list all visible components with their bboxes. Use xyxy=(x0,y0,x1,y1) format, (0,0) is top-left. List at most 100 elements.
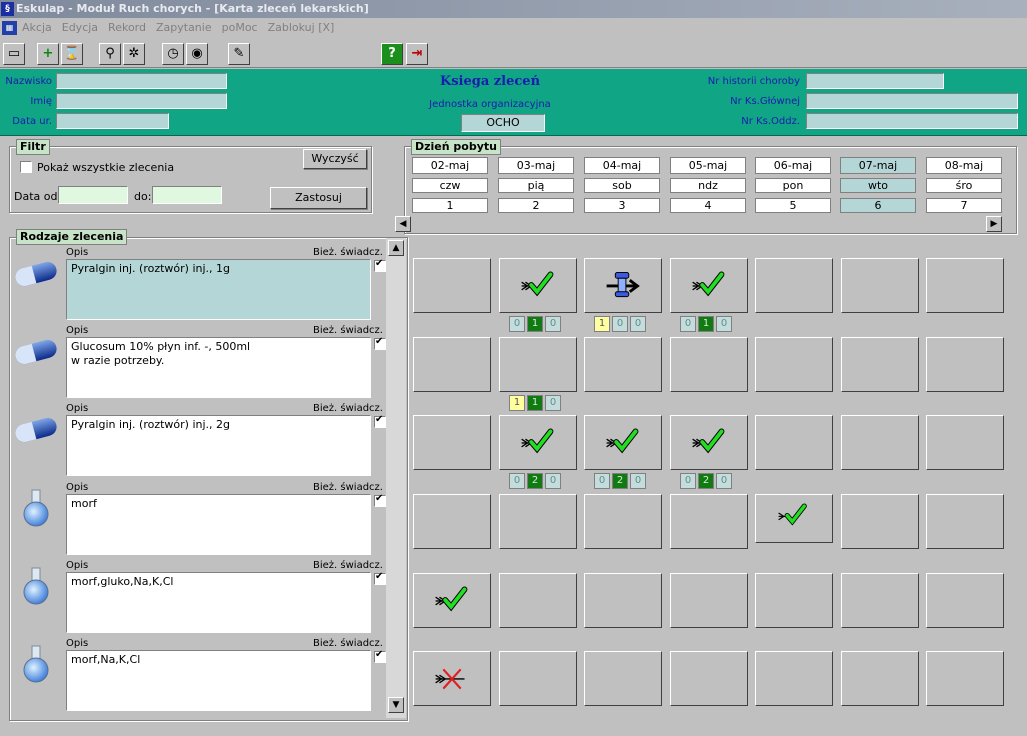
day-dates-cell[interactable]: 08-maj xyxy=(926,157,1002,174)
schedule-cell[interactable] xyxy=(755,337,833,392)
nr-historii-field[interactable] xyxy=(806,73,944,89)
order-active-checkbox[interactable] xyxy=(374,414,386,428)
schedule-cell[interactable] xyxy=(755,573,833,628)
data-ur-field[interactable] xyxy=(56,113,169,129)
mdi-window-icon[interactable]: ▦ xyxy=(2,21,17,35)
schedule-cell[interactable] xyxy=(841,573,919,628)
schedule-cell[interactable] xyxy=(413,415,491,470)
day-numbers-cell[interactable]: 7 xyxy=(926,198,1002,213)
date-to-input[interactable] xyxy=(152,186,222,204)
day-weekdays-cell[interactable]: czw xyxy=(412,178,488,193)
schedule-cell[interactable] xyxy=(755,258,833,313)
exit-icon[interactable]: ⇥ xyxy=(406,43,428,65)
execute-query-icon[interactable]: ✲ xyxy=(123,43,145,65)
schedule-cell[interactable] xyxy=(670,258,748,313)
schedule-cell[interactable] xyxy=(499,494,577,549)
add-record-icon[interactable]: + xyxy=(37,43,59,65)
schedule-cell[interactable] xyxy=(670,573,748,628)
day-numbers-cell[interactable]: 1 xyxy=(412,198,488,213)
schedule-cell[interactable] xyxy=(499,415,577,470)
show-all-checkbox[interactable] xyxy=(20,161,32,173)
schedule-cell[interactable] xyxy=(413,573,491,628)
day-weekdays-cell[interactable]: sob xyxy=(584,178,660,193)
schedule-cell[interactable] xyxy=(584,651,662,706)
schedule-cell[interactable] xyxy=(755,415,833,470)
orders-scrollbar[interactable] xyxy=(386,238,406,718)
schedule-cell[interactable] xyxy=(413,494,491,549)
day-dates-cell[interactable]: 06-maj xyxy=(755,157,831,174)
day-weekdays-cell[interactable]: pon xyxy=(755,178,831,193)
schedule-cell[interactable] xyxy=(584,337,662,392)
day-dates-cell[interactable]: 05-maj xyxy=(670,157,746,174)
order-active-checkbox[interactable] xyxy=(374,258,386,272)
scroll-down-icon[interactable]: ▼ xyxy=(388,697,404,713)
day-numbers-cell[interactable]: 2 xyxy=(498,198,574,213)
menu-pomoc[interactable]: poMoc xyxy=(222,18,258,38)
schedule-cell[interactable] xyxy=(499,258,577,313)
clear-button[interactable]: Wyczyść xyxy=(303,149,367,169)
day-weekdays-cell[interactable]: ndz xyxy=(670,178,746,193)
schedule-cell[interactable] xyxy=(413,337,491,392)
menu-edycja[interactable]: Edycja xyxy=(62,18,98,38)
schedule-cell[interactable] xyxy=(755,651,833,706)
schedule-cell[interactable] xyxy=(926,337,1004,392)
order-description[interactable]: morf,gluko,Na,K,Cl xyxy=(66,572,371,633)
search-icon[interactable]: ⚲ xyxy=(99,43,121,65)
day-weekdays-cell[interactable]: pią xyxy=(498,178,574,193)
order-description[interactable]: morf xyxy=(66,494,371,555)
schedule-cell[interactable] xyxy=(841,651,919,706)
nr-ks-glownej-field[interactable] xyxy=(806,93,1018,109)
day-numbers-cell[interactable]: 4 xyxy=(670,198,746,213)
scroll-right-icon[interactable]: ▶ xyxy=(986,216,1002,232)
day-weekdays-cell[interactable]: śro xyxy=(926,178,1002,193)
schedule-cell[interactable] xyxy=(670,337,748,392)
schedule-cell[interactable] xyxy=(499,573,577,628)
scroll-left-icon[interactable]: ◀ xyxy=(395,216,411,232)
schedule-cell[interactable] xyxy=(926,415,1004,470)
date-from-input[interactable] xyxy=(58,186,128,204)
day-numbers-cell[interactable]: 5 xyxy=(755,198,831,213)
order-description[interactable]: Pyralgin inj. (roztwór) inj., 1g xyxy=(66,259,371,320)
schedule-cell[interactable] xyxy=(499,337,577,392)
save-icon[interactable]: ▭ xyxy=(3,43,25,65)
schedule-cell[interactable] xyxy=(926,258,1004,313)
nazwisko-field[interactable] xyxy=(56,73,227,89)
timer-icon[interactable]: ◉ xyxy=(186,43,208,65)
schedule-cell[interactable] xyxy=(841,258,919,313)
order-description[interactable]: morf,Na,K,Cl xyxy=(66,650,371,711)
schedule-cell[interactable] xyxy=(841,494,919,549)
help-icon[interactable]: ? xyxy=(381,43,403,65)
schedule-cell[interactable] xyxy=(670,494,748,549)
order-description[interactable]: Pyralgin inj. (roztwór) inj., 2g xyxy=(66,415,371,476)
menu-akcja[interactable]: Akcja xyxy=(22,18,52,38)
delete-record-icon[interactable]: ⌛ xyxy=(61,43,83,65)
schedule-cell[interactable] xyxy=(755,494,833,543)
schedule-cell[interactable] xyxy=(670,651,748,706)
day-dates-cell[interactable]: 03-maj xyxy=(498,157,574,174)
schedule-cell[interactable] xyxy=(499,651,577,706)
day-weekdays-cell[interactable]: wto xyxy=(840,178,916,193)
clock-icon[interactable]: ◷ xyxy=(162,43,184,65)
apply-button[interactable]: Zastosuj xyxy=(270,187,367,209)
order-active-checkbox[interactable] xyxy=(374,571,386,585)
schedule-cell[interactable] xyxy=(841,415,919,470)
order-active-checkbox[interactable] xyxy=(374,493,386,507)
menu-rekord[interactable]: Rekord xyxy=(108,18,146,38)
day-numbers-cell[interactable]: 6 xyxy=(840,198,916,213)
order-active-checkbox[interactable] xyxy=(374,336,386,350)
day-dates-cell[interactable]: 02-maj xyxy=(412,157,488,174)
schedule-cell[interactable] xyxy=(413,258,491,313)
jednostka-field[interactable]: OCHO xyxy=(461,114,545,132)
day-dates-cell[interactable]: 07-maj xyxy=(840,157,916,174)
edit-icon[interactable]: ✎ xyxy=(228,43,250,65)
scroll-up-icon[interactable]: ▲ xyxy=(388,240,404,256)
day-numbers-cell[interactable]: 3 xyxy=(584,198,660,213)
order-active-checkbox[interactable] xyxy=(374,649,386,663)
schedule-cell[interactable] xyxy=(584,258,662,313)
menu-zablokuj[interactable]: Zablokuj [X] xyxy=(268,18,335,38)
imie-field[interactable] xyxy=(56,93,227,109)
menu-zapytanie[interactable]: Zapytanie xyxy=(156,18,212,38)
schedule-cell[interactable] xyxy=(584,573,662,628)
schedule-cell[interactable] xyxy=(841,337,919,392)
schedule-cell[interactable] xyxy=(926,573,1004,628)
